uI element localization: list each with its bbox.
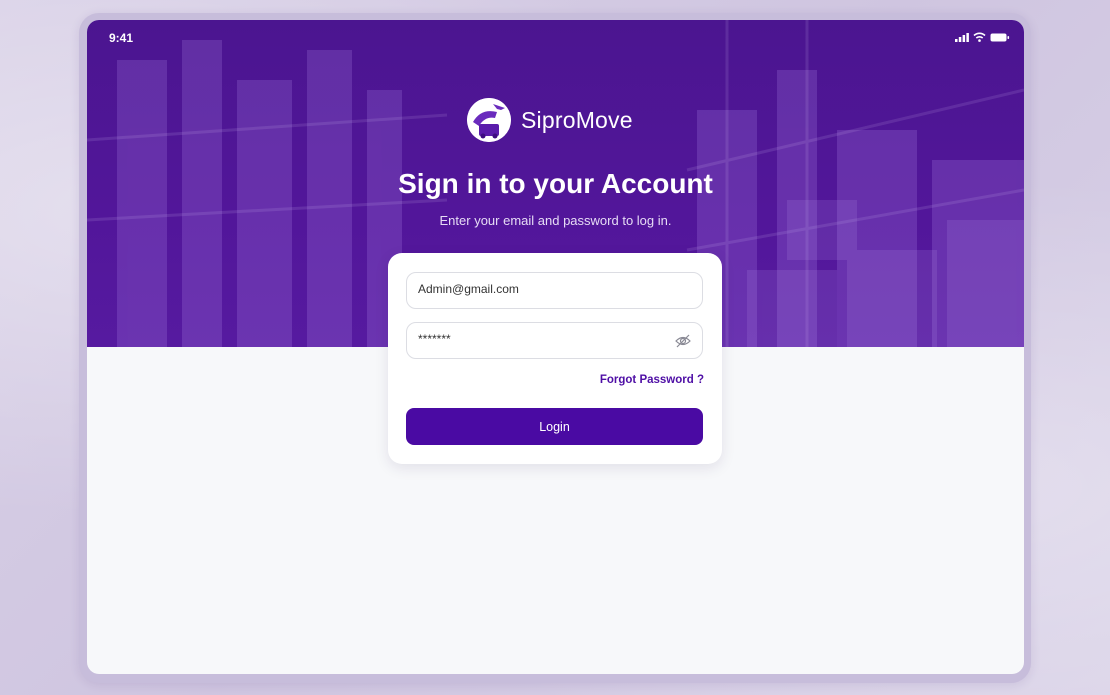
status-time: 9:41 — [109, 31, 134, 45]
password-field[interactable] — [406, 322, 703, 359]
logo-icon — [467, 98, 511, 142]
email-field[interactable] — [406, 272, 703, 309]
battery-icon — [990, 33, 1010, 41]
login-card: Forgot Password ? Login — [388, 253, 722, 464]
app-screen: 9:41 SiproMove Sign in to your Account E… — [87, 20, 1024, 674]
status-icons — [955, 32, 1010, 42]
page-title: Sign in to your Account — [398, 168, 713, 199]
brand: SiproMove — [467, 98, 633, 142]
email-input[interactable] — [418, 282, 658, 296]
forgot-password-link[interactable]: Forgot Password ? — [600, 374, 704, 386]
eye-off-icon[interactable] — [675, 333, 691, 354]
password-input[interactable] — [418, 332, 658, 346]
signal-icon — [955, 32, 969, 42]
page-subtitle: Enter your email and password to log in. — [439, 213, 672, 228]
brand-name: SiproMove — [521, 106, 633, 133]
login-button[interactable]: Login — [406, 408, 703, 445]
wifi-icon — [973, 32, 986, 42]
